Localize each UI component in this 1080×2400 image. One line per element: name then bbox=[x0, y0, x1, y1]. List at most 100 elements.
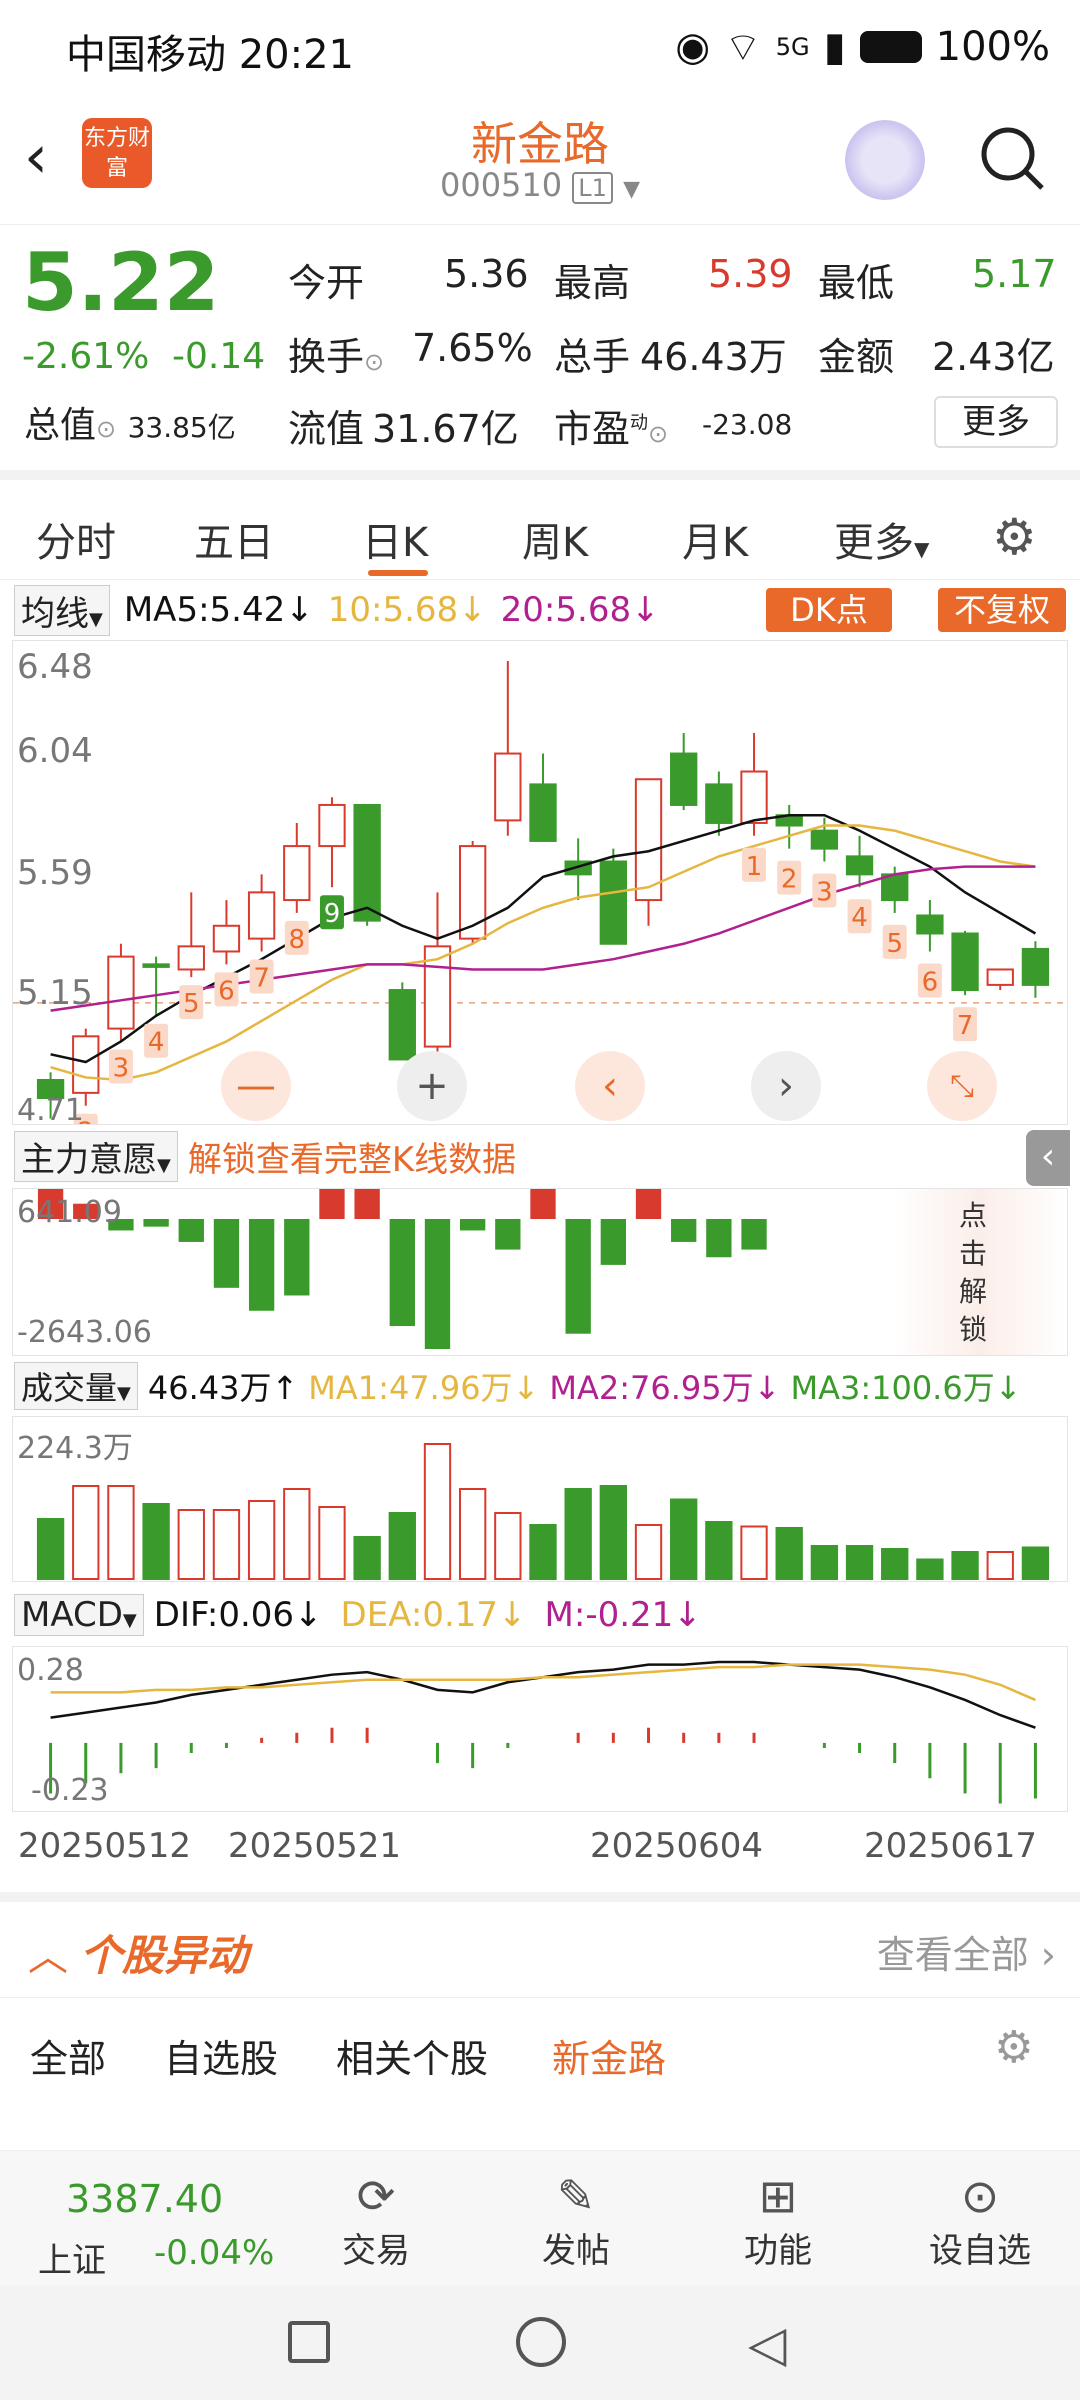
kline-svg: 234567891234567 bbox=[13, 661, 1067, 1148]
main-force-bar bbox=[354, 1161, 380, 1219]
level-badge: L1 bbox=[572, 172, 613, 204]
volume-bar-down bbox=[142, 1503, 170, 1580]
yen-cycle-icon: ⟳ bbox=[356, 2169, 396, 2223]
candle-down bbox=[599, 860, 628, 945]
filter-this-stock[interactable]: 新金路 bbox=[552, 2028, 666, 2083]
click-unlock-label: 点击解锁 bbox=[959, 1199, 988, 1346]
tab-more[interactable]: 更多▼ bbox=[834, 510, 929, 568]
main-force-bar bbox=[671, 1219, 697, 1242]
price-axis-4.71: 4.71 bbox=[17, 1093, 84, 1128]
price-change: -0.14 bbox=[172, 336, 266, 377]
ma-selector[interactable]: 均线▼ bbox=[14, 584, 110, 636]
robot-assistant-icon[interactable] bbox=[845, 120, 925, 200]
candle-up bbox=[283, 845, 311, 902]
scroll-right-button[interactable]: › bbox=[751, 1051, 821, 1121]
fullscreen-icon[interactable]: ⤡ bbox=[927, 1051, 997, 1121]
zoom-in-button[interactable]: + bbox=[397, 1051, 467, 1121]
candle-up bbox=[634, 778, 663, 902]
volume-bar-down bbox=[705, 1521, 733, 1580]
scroll-left-button[interactable]: ‹ bbox=[575, 1051, 645, 1121]
filter-all[interactable]: 全部 bbox=[30, 2028, 106, 2083]
more-button[interactable]: 更多 bbox=[934, 396, 1058, 448]
volume-bar-up bbox=[177, 1509, 205, 1580]
chevron-down-icon: ▼ bbox=[623, 177, 641, 202]
nav-add-watchlist[interactable]: ⊙ 设自选 bbox=[920, 2169, 1040, 2272]
volume-ma2: MA2:76.95万↓ bbox=[549, 1369, 781, 1407]
home-button[interactable] bbox=[516, 2317, 566, 2367]
chevron-up-icon[interactable]: ︿ bbox=[28, 1924, 68, 1982]
sequence-marker-label: 7 bbox=[957, 1011, 974, 1041]
period-tabs: 分时 五日 日K 周K 月K 更多▼ ⚙ bbox=[0, 470, 1080, 580]
ma10-value: 10:5.68 bbox=[327, 590, 459, 630]
volume-chart: 224.3万 bbox=[12, 1416, 1068, 1582]
recents-button[interactable] bbox=[288, 2321, 330, 2363]
float-label: 流值 bbox=[288, 407, 365, 451]
settings-gear-icon[interactable]: ⚙ bbox=[992, 508, 1037, 566]
candle-up bbox=[72, 1035, 100, 1094]
main-force-bar bbox=[143, 1219, 169, 1227]
zoom-out-button[interactable]: — bbox=[221, 1051, 291, 1121]
volume-ma1: MA1:47.96万↓ bbox=[308, 1369, 540, 1407]
low-label: 最低 bbox=[818, 261, 895, 305]
indicator-selector-main-force[interactable]: 主力意愿▼ bbox=[14, 1130, 178, 1182]
sequence-marker-label: 5 bbox=[886, 929, 903, 959]
macd-axis-bottom: -0.23 bbox=[31, 1773, 109, 1808]
tab-daily-k[interactable]: 日K bbox=[362, 510, 428, 568]
tab-monthly-k[interactable]: 月K bbox=[682, 510, 748, 568]
collapse-side-button[interactable]: ‹ bbox=[1026, 1130, 1070, 1186]
volume-bar-down bbox=[810, 1545, 839, 1580]
mcap-label: 总值 bbox=[24, 405, 97, 446]
price-change-pct: -2.61% bbox=[22, 336, 150, 377]
nav-functions[interactable]: ⊞ 功能 bbox=[718, 2169, 838, 2272]
filter-watchlist[interactable]: 自选股 bbox=[164, 2028, 278, 2083]
sequence-marker-label: 5 bbox=[183, 989, 200, 1019]
sequence-marker-label: 6 bbox=[218, 976, 235, 1006]
more-dots-icon: ⊙ bbox=[960, 2169, 1000, 2223]
tab-intraday[interactable]: 分时 bbox=[36, 510, 116, 568]
macd-m: M:-0.21↓ bbox=[544, 1595, 702, 1635]
macd-chart: 0.28 -0.23 bbox=[12, 1646, 1068, 1812]
network-label: 5G bbox=[775, 33, 810, 61]
dk-point-button[interactable]: DK点 bbox=[766, 588, 892, 632]
mf-axis-bottom: -2643.06 bbox=[17, 1315, 152, 1350]
volume-bar-down bbox=[599, 1485, 628, 1580]
unlock-kline-link[interactable]: 解锁查看完整K线数据 bbox=[188, 1132, 516, 1181]
float-value: 31.67亿 bbox=[372, 407, 519, 451]
filter-related[interactable]: 相关个股 bbox=[336, 2028, 488, 2083]
index-pct: -0.04% bbox=[154, 2233, 275, 2273]
candle-down bbox=[670, 752, 698, 806]
system-nav: ◁ bbox=[0, 2285, 1080, 2400]
view-all-link[interactable]: 查看全部 › bbox=[877, 1924, 1056, 1979]
anomaly-header: ︿ 个股异动 查看全部 › bbox=[0, 1892, 1080, 1998]
back-nav-button[interactable]: ◁ bbox=[748, 2315, 786, 2373]
info-icon: ⊙ bbox=[96, 415, 117, 443]
tab-five-day[interactable]: 五日 bbox=[194, 510, 274, 568]
date-label-3: 20250604 bbox=[590, 1826, 764, 1866]
search-icon[interactable] bbox=[978, 124, 1044, 190]
indicator-selector-macd[interactable]: MACD▼ bbox=[14, 1594, 144, 1636]
filter-settings-icon[interactable]: ⚙ bbox=[994, 2022, 1033, 2073]
kline-chart[interactable]: 234567891234567 6.48 6.04 5.59 5.15 4.71… bbox=[12, 640, 1068, 1148]
anomaly-title: 个股异动 bbox=[80, 1931, 249, 1980]
main-force-bar bbox=[389, 1219, 415, 1327]
volume-bar-up bbox=[318, 1506, 346, 1580]
volume-ma3: MA3:100.6万↓ bbox=[790, 1369, 1022, 1407]
nav-post[interactable]: ✎ 发帖 bbox=[516, 2169, 636, 2272]
tab-weekly-k[interactable]: 周K bbox=[522, 510, 588, 568]
volume-bar-up bbox=[212, 1509, 241, 1580]
candle-up bbox=[740, 770, 768, 824]
volume-bar-up bbox=[634, 1524, 663, 1580]
sequence-marker-label: 1 bbox=[746, 852, 763, 882]
price-axis-5.59: 5.59 bbox=[17, 853, 93, 893]
date-label-1: 20250512 bbox=[18, 1826, 192, 1866]
indicator-selector-volume[interactable]: 成交量▼ bbox=[14, 1362, 138, 1410]
click-unlock-panel[interactable]: 点击解锁 bbox=[893, 1189, 1067, 1355]
volume-bar-down bbox=[1021, 1546, 1050, 1580]
candle-down bbox=[810, 829, 839, 850]
nav-post-label: 发帖 bbox=[542, 2231, 610, 2271]
volume-bar-down bbox=[670, 1498, 698, 1580]
volume-bar-up bbox=[740, 1525, 768, 1580]
adjust-mode-button[interactable]: 不复权 bbox=[938, 588, 1066, 632]
nav-trade[interactable]: ⟳ 交易 bbox=[316, 2169, 436, 2272]
main-force-bar bbox=[741, 1219, 767, 1250]
